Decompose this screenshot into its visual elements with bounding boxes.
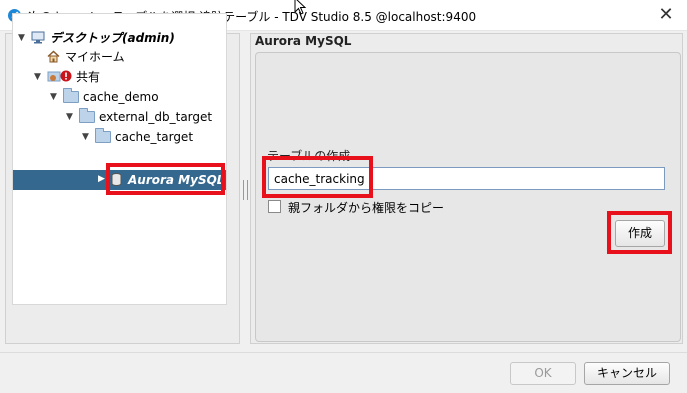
database-icon [111,173,122,186]
panel-splitter[interactable] [241,33,250,344]
tree-node-cache-demo[interactable]: cache_demo [63,88,159,106]
tree-node-cache-target[interactable]: cache_target [95,128,193,146]
detail-panel-body [255,52,681,342]
tree-node-my-home[interactable]: マイホーム [47,48,125,66]
tree-node-external-db-target[interactable]: external_db_target [79,108,212,126]
table-name-input[interactable] [268,167,665,190]
close-button[interactable]: ✕ [655,4,677,26]
mouse-cursor-icon [294,0,307,15]
splitter-grip-icon [243,180,248,200]
expand-arrow-icon[interactable]: ▼ [18,29,28,47]
tree-node-label: cache_target [115,130,194,144]
tree-node-label: 共有 [76,70,101,84]
collapse-arrow-icon[interactable]: ▶ [98,170,108,188]
expand-arrow-icon[interactable]: ▼ [50,88,60,106]
footer-divider [0,352,687,353]
shared-folder-icon [47,70,72,82]
create-button[interactable]: 作成 [615,220,665,247]
cancel-button[interactable]: キャンセル [584,362,670,385]
folder-icon [95,128,111,143]
folder-icon [79,108,95,123]
tree-node-desktop[interactable]: デスクトップ(admin) [31,29,175,47]
panel-header: Aurora MySQL [255,34,352,48]
ok-button[interactable]: OK [510,362,576,385]
home-icon [47,50,60,63]
desktop-icon [31,31,45,44]
copy-permissions-label: 親フォルダから権限をコピー [288,201,445,215]
tree-node-label: マイホーム [65,50,125,64]
expand-arrow-icon[interactable]: ▼ [82,128,92,146]
expand-arrow-icon[interactable]: ▼ [34,68,44,86]
create-table-label: テーブルの作成 [267,149,351,163]
tree-node-label: デスクトップ(admin) [50,31,175,45]
resource-tree[interactable]: ▼ デスクトップ(admin) マイホーム ▼ 共有 ▼ cache_demo … [12,13,227,305]
tree-node-label: Aurora MySQL [128,173,225,187]
tree-node-label: cache_demo [83,90,159,104]
tree-node-aurora-mysql[interactable]: Aurora MySQL [111,171,224,189]
folder-icon [63,88,79,103]
tree-node-shared[interactable]: 共有 [47,68,100,86]
expand-arrow-icon[interactable]: ▼ [66,108,76,126]
tree-node-label: external_db_target [99,110,213,124]
copy-permissions-checkbox[interactable] [268,200,281,213]
